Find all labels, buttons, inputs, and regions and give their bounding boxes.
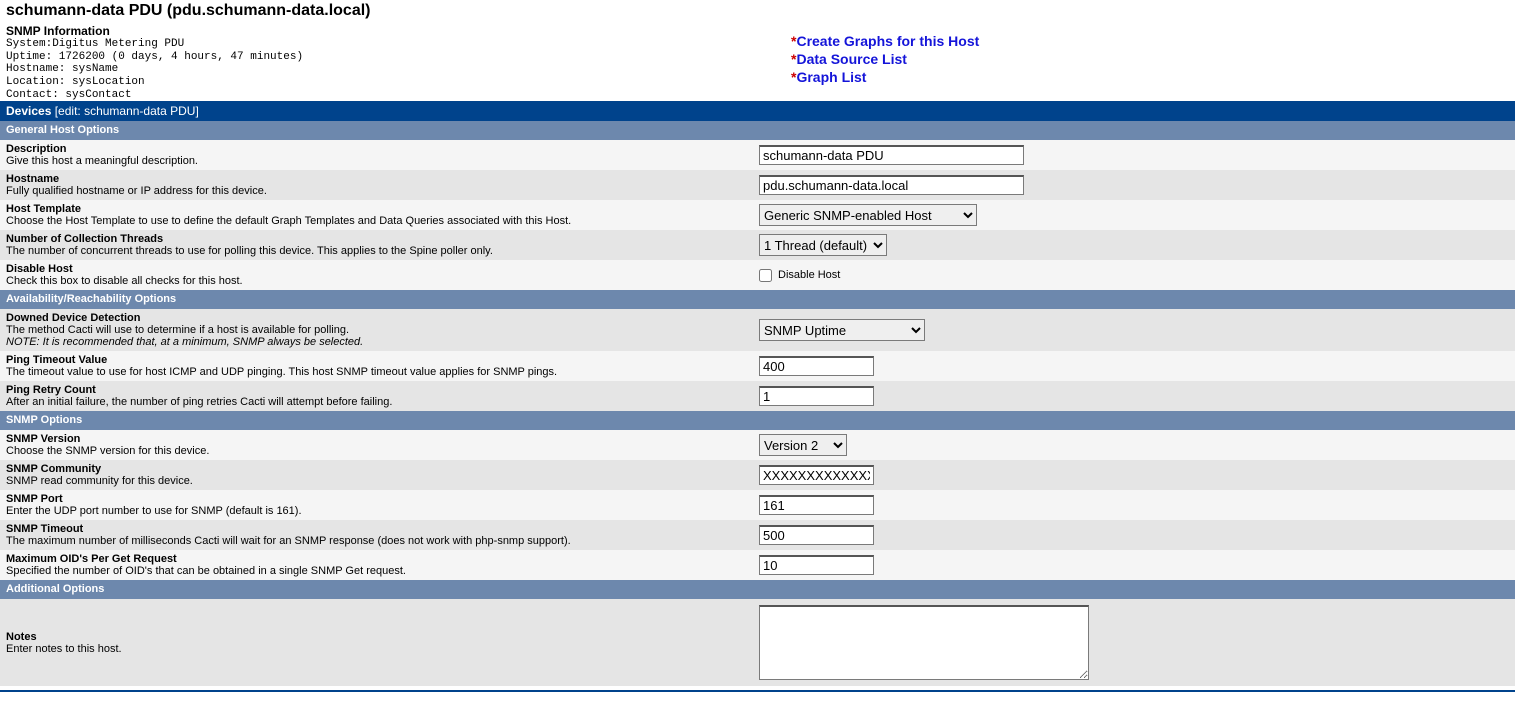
ping-retry-label: Ping Retry Count <box>6 384 747 396</box>
snmp-timeout-label: SNMP Timeout <box>6 523 747 535</box>
downed-hint: The method Cacti will use to determine i… <box>6 324 747 336</box>
max-oid-label: Maximum OID's Per Get Request <box>6 553 747 565</box>
disable-hint: Check this box to disable all checks for… <box>6 275 747 287</box>
ping-retry-input[interactable] <box>759 386 874 406</box>
threads-label: Number of Collection Threads <box>6 233 747 245</box>
ping-timeout-hint: The timeout value to use for host ICMP a… <box>6 366 747 378</box>
host-template-label: Host Template <box>6 203 747 215</box>
downed-note: NOTE: It is recommended that, at a minim… <box>6 336 747 348</box>
snmp-options-header: SNMP Options <box>0 411 1515 430</box>
hostname-hint: Fully qualified hostname or IP address f… <box>6 185 747 197</box>
disable-checkbox[interactable] <box>759 269 772 282</box>
snmp-uptime: Uptime: 1726200 (0 days, 4 hours, 47 min… <box>6 51 779 64</box>
footer-divider <box>0 690 1515 692</box>
graph-list-link[interactable]: Graph List <box>796 69 866 85</box>
description-label: Description <box>6 143 747 155</box>
snmp-version-hint: Choose the SNMP version for this device. <box>6 445 747 457</box>
ping-timeout-label: Ping Timeout Value <box>6 354 747 366</box>
threads-select[interactable]: 1 Thread (default) <box>759 234 887 256</box>
page-title: schumann-data PDU (pdu.schumann-data.loc… <box>0 0 1515 22</box>
disable-checkbox-label: Disable Host <box>778 269 840 281</box>
snmp-port-label: SNMP Port <box>6 493 747 505</box>
snmp-hostname: Hostname: sysName <box>6 63 779 76</box>
host-template-hint: Choose the Host Template to use to defin… <box>6 215 747 227</box>
description-input[interactable] <box>759 145 1024 165</box>
snmp-port-input[interactable] <box>759 495 874 515</box>
threads-hint: The number of concurrent threads to use … <box>6 245 747 257</box>
snmp-timeout-input[interactable] <box>759 525 874 545</box>
downed-select[interactable]: SNMP Uptime <box>759 319 925 341</box>
max-oid-hint: Specified the number of OID's that can b… <box>6 565 747 577</box>
disable-label: Disable Host <box>6 263 747 275</box>
snmp-community-label: SNMP Community <box>6 463 747 475</box>
create-graphs-link[interactable]: Create Graphs for this Host <box>796 33 979 49</box>
notes-label: Notes <box>6 631 747 643</box>
hostname-label: Hostname <box>6 173 747 185</box>
max-oid-input[interactable] <box>759 555 874 575</box>
devices-header: Devices [edit: schumann-data PDU] <box>0 101 1515 121</box>
snmp-version-label: SNMP Version <box>6 433 747 445</box>
general-options-header: General Host Options <box>0 121 1515 140</box>
snmp-contact: Contact: sysContact <box>6 89 779 102</box>
snmp-version-select[interactable]: Version 2 <box>759 434 847 456</box>
snmp-info-block: SNMP Information System:Digitus Metering… <box>0 22 785 101</box>
availability-header: Availability/Reachability Options <box>0 290 1515 309</box>
data-source-list-link[interactable]: Data Source List <box>796 51 906 67</box>
notes-textarea[interactable] <box>759 605 1089 680</box>
snmp-timeout-hint: The maximum number of milliseconds Cacti… <box>6 535 747 547</box>
snmp-community-input[interactable] <box>759 465 874 485</box>
snmp-community-hint: SNMP read community for this device. <box>6 475 747 487</box>
ping-timeout-input[interactable] <box>759 356 874 376</box>
additional-options-header: Additional Options <box>0 580 1515 599</box>
downed-label: Downed Device Detection <box>6 312 747 324</box>
snmp-location: Location: sysLocation <box>6 76 779 89</box>
action-links: *Create Graphs for this Host *Data Sourc… <box>785 22 1515 101</box>
description-hint: Give this host a meaningful description. <box>6 155 747 167</box>
snmp-info-title: SNMP Information <box>6 24 779 38</box>
ping-retry-hint: After an initial failure, the number of … <box>6 396 747 408</box>
snmp-port-hint: Enter the UDP port number to use for SNM… <box>6 505 747 517</box>
hostname-input[interactable] <box>759 175 1024 195</box>
host-template-select[interactable]: Generic SNMP-enabled Host <box>759 204 977 226</box>
snmp-system: System:Digitus Metering PDU <box>6 38 779 51</box>
notes-hint: Enter notes to this host. <box>6 643 747 655</box>
